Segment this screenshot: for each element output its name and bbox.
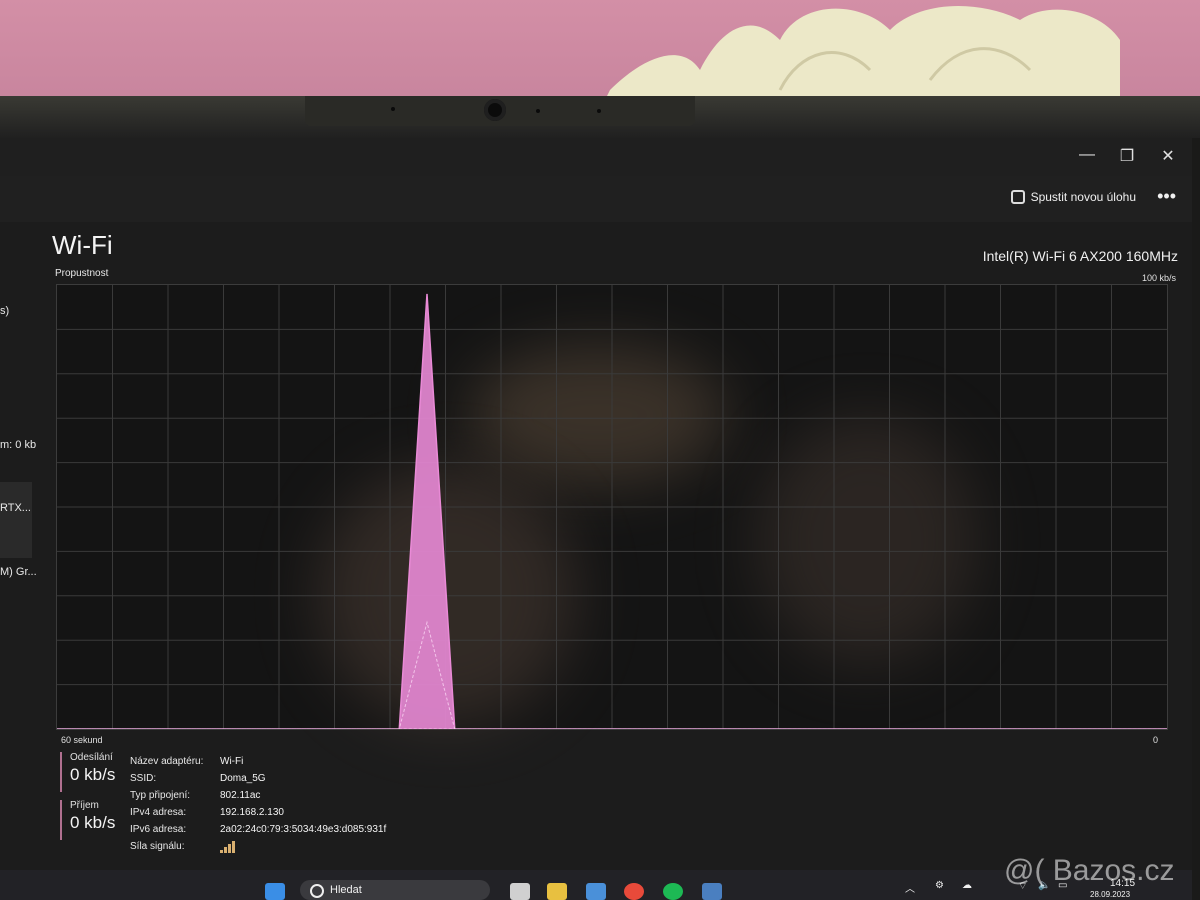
cloud-icon[interactable]: ☁ bbox=[962, 880, 972, 891]
taskbar-search[interactable]: Hledat bbox=[300, 880, 490, 900]
property-key: IPv4 adresa: bbox=[130, 807, 187, 818]
maximize-button[interactable]: ❐ bbox=[1112, 146, 1142, 166]
chevron-up-icon[interactable]: ︿ bbox=[905, 880, 915, 895]
sidebar-item-label[interactable]: RTX... bbox=[0, 502, 31, 514]
close-button[interactable]: ✕ bbox=[1153, 146, 1183, 166]
search-placeholder: Hledat bbox=[330, 884, 362, 896]
property-key: Název adaptéru: bbox=[130, 756, 204, 767]
sensor-dot bbox=[536, 109, 540, 113]
store-icon[interactable] bbox=[586, 883, 606, 900]
property-value: 192.168.2.130 bbox=[220, 807, 284, 818]
sensor-dot bbox=[391, 107, 395, 111]
spotify-icon[interactable] bbox=[663, 883, 683, 900]
throughput-chart bbox=[57, 285, 1167, 729]
more-options-button[interactable]: ••• bbox=[1157, 186, 1176, 207]
chrome-icon[interactable] bbox=[624, 883, 644, 900]
clock-date[interactable]: 28.09.2023 bbox=[1090, 890, 1130, 899]
property-value: Doma_5G bbox=[220, 773, 266, 784]
x-axis-left-label: 60 sekund bbox=[61, 735, 103, 745]
sidebar-item-label[interactable]: m: 0 kb bbox=[0, 439, 36, 451]
new-task-button[interactable]: Spustit novou úlohu bbox=[1010, 190, 1136, 204]
flower-decoration bbox=[600, 6, 1120, 110]
search-icon bbox=[310, 884, 324, 898]
throughput-graph bbox=[56, 284, 1168, 730]
command-bar: Spustit novou úlohu ••• bbox=[0, 176, 1192, 222]
page-title: Wi-Fi bbox=[52, 230, 113, 260]
tray-icon[interactable]: ⚙ bbox=[935, 880, 944, 891]
property-key: Síla signálu: bbox=[130, 841, 185, 852]
x-axis-right-label: 0 bbox=[1153, 735, 1159, 745]
webcam-icon bbox=[484, 99, 506, 121]
property-row: Název adaptéru: Wi-Fi bbox=[130, 756, 386, 773]
property-value: Wi-Fi bbox=[220, 756, 244, 767]
receive-stat[interactable]: Příjem 0 kb/s bbox=[60, 800, 140, 840]
new-task-label: Spustit novou úlohu bbox=[1030, 190, 1136, 204]
y-axis-max-label: 100 kb/s bbox=[1141, 273, 1176, 283]
sidebar-item-label[interactable]: s) bbox=[0, 305, 9, 317]
property-value: 2a02:24c0:79:3:5034:49e3:d085:931f bbox=[220, 824, 387, 835]
property-row: IPv4 adresa: 192.168.2.130 bbox=[130, 807, 386, 824]
sidebar-selected-item[interactable] bbox=[0, 482, 32, 558]
property-row: Typ připojení: 802.11ac bbox=[130, 790, 386, 807]
title-bar: — ❐ ✕ bbox=[0, 138, 1192, 176]
watermark: @( Bazos.cz bbox=[1004, 854, 1175, 887]
property-key: IPv6 adresa: bbox=[130, 824, 187, 835]
task-view-icon[interactable] bbox=[510, 883, 530, 900]
property-value: 802.11ac bbox=[220, 790, 261, 801]
property-row: IPv6 adresa: 2a02:24c0:79:3:5034:49e3:d0… bbox=[130, 824, 386, 841]
sensor-dot bbox=[597, 109, 601, 113]
sidebar-item-label[interactable]: M) Gr... bbox=[0, 566, 37, 578]
task-manager-icon[interactable] bbox=[702, 883, 722, 900]
start-icon[interactable] bbox=[265, 883, 285, 900]
graph-subtitle: Propustnost bbox=[55, 268, 109, 279]
property-key: SSID: bbox=[130, 773, 157, 784]
file-explorer-icon[interactable] bbox=[547, 883, 567, 900]
adapter-name: Intel(R) Wi-Fi 6 AX200 160MHz bbox=[982, 248, 1178, 264]
minimize-button[interactable]: — bbox=[1072, 146, 1102, 164]
adapter-properties: Název adaptéru: Wi-Fi SSID: Doma_5G Typ … bbox=[130, 756, 386, 858]
signal-strength-icon bbox=[220, 841, 235, 853]
property-key: Typ připojení: bbox=[130, 790, 191, 801]
new-task-icon bbox=[1010, 190, 1025, 204]
property-row: Síla signálu: bbox=[130, 841, 386, 858]
property-row: SSID: Doma_5G bbox=[130, 773, 386, 790]
send-stat[interactable]: Odesílání 0 kb/s bbox=[60, 752, 140, 792]
